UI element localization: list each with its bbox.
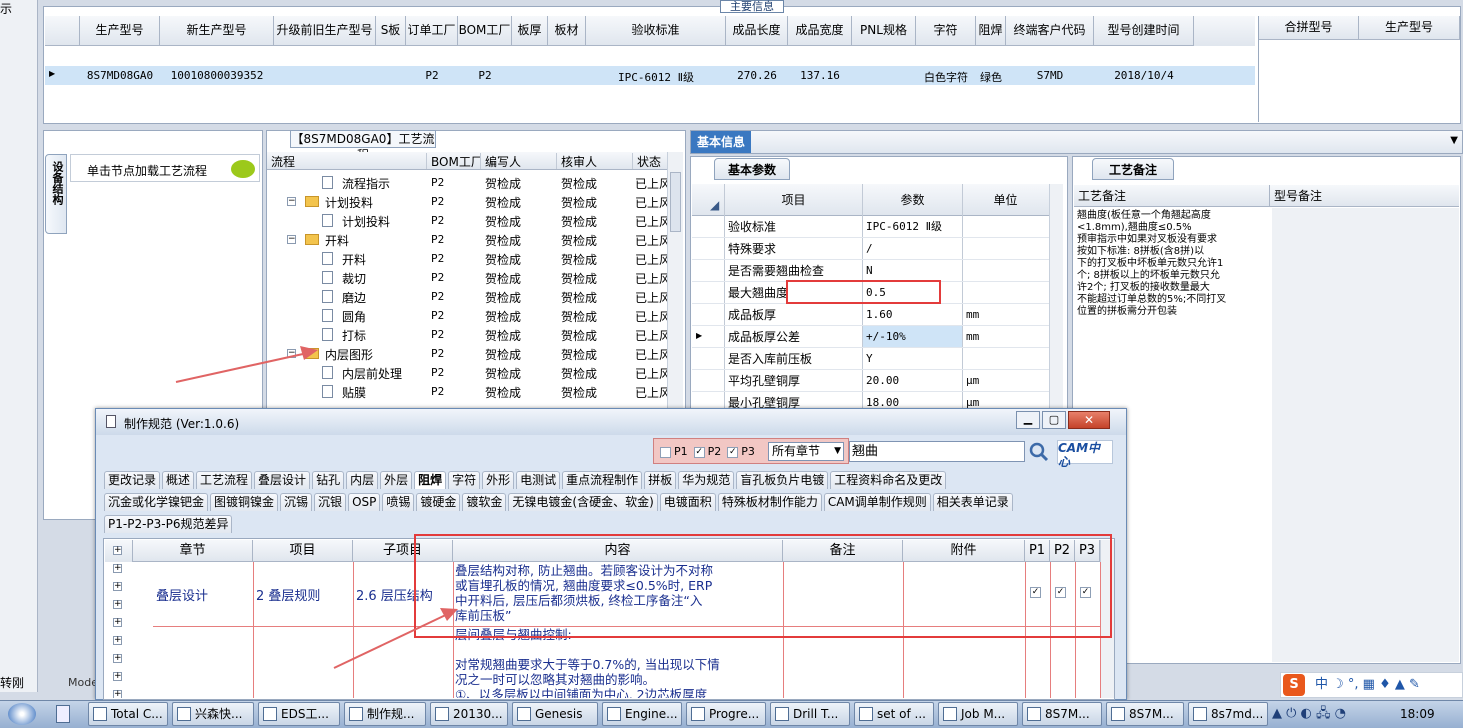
app-icon [349, 707, 363, 721]
taskbar-button[interactable]: 20130... [430, 702, 508, 726]
taskbar-button-label: 兴森快... [195, 707, 243, 721]
app-icon [263, 707, 277, 721]
taskbar-button-label: Progre... [709, 707, 760, 721]
taskbar-button-label: 8S7M... [1129, 707, 1174, 721]
taskbar-button-label: Job M... [961, 707, 1006, 721]
quicklaunch-icon[interactable] [56, 705, 70, 723]
sogou-s-icon[interactable]: S [1283, 674, 1305, 696]
taskbar-button[interactable]: Total C... [88, 702, 168, 726]
taskbar-button[interactable]: Progre... [686, 702, 766, 726]
app-icon [517, 707, 531, 721]
taskbar-button[interactable]: set of ... [854, 702, 934, 726]
taskbar-button-label: EDS工... [281, 707, 329, 721]
taskbar-button[interactable]: Engine... [602, 702, 682, 726]
tray-icons[interactable]: ▲ ⏻ ◐ 🖧 ◔ [1272, 704, 1392, 724]
taskbar-button-label: set of ... [877, 707, 926, 721]
app-icon [943, 707, 957, 721]
taskbar-button[interactable]: 兴森快... [172, 702, 254, 726]
taskbar-button[interactable]: Drill T... [770, 702, 850, 726]
taskbar-button-label: Total C... [111, 707, 163, 721]
app-icon [607, 707, 621, 721]
taskbar-button[interactable]: 8s7md... [1188, 702, 1268, 726]
taskbar-button[interactable]: EDS工... [258, 702, 340, 726]
ime-mode-icons[interactable]: 中 ☽ °, ▦ ♦ ▲ ✎ [1315, 673, 1420, 697]
app-icon [1111, 707, 1125, 721]
taskbar-button-label: 20130... [453, 707, 503, 721]
taskbar-button[interactable]: Job M... [938, 702, 1018, 726]
app-icon [691, 707, 705, 721]
app-icon [93, 707, 107, 721]
ime-toolbar[interactable]: S 中 ☽ °, ▦ ♦ ▲ ✎ [1280, 672, 1463, 698]
taskbar-button-label: Engine... [625, 707, 678, 721]
taskbar-button-label: 制作规... [367, 707, 415, 721]
app-icon [177, 707, 191, 721]
taskbar-button-label: Drill T... [793, 707, 839, 721]
taskbar-button-label: Genesis [535, 707, 583, 721]
taskbar-button[interactable]: 8S7M... [1022, 702, 1102, 726]
app-icon [1193, 707, 1207, 721]
annotation-arrows [175, 346, 458, 669]
app-icon [1027, 707, 1041, 721]
taskbar-button-label: 8S7M... [1045, 707, 1090, 721]
taskbar-button-label: 8s7md... [1211, 707, 1264, 721]
app-icon [775, 707, 789, 721]
app-icon [859, 707, 873, 721]
clock[interactable]: 18:09 [1400, 705, 1440, 723]
taskbar-button[interactable]: Genesis [512, 702, 598, 726]
taskbar-button[interactable]: 8S7M... [1106, 702, 1184, 726]
taskbar-button[interactable]: 制作规... [344, 702, 426, 726]
start-button[interactable] [8, 703, 36, 725]
app-icon [435, 707, 449, 721]
